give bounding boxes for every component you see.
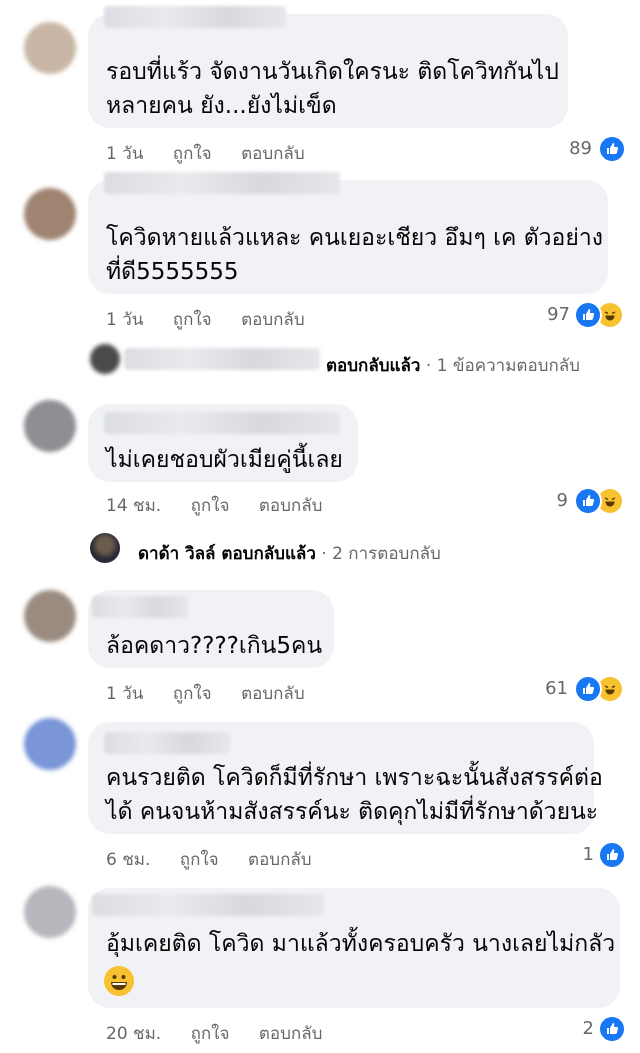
reply-button[interactable]: ตอบกลับ: [259, 496, 323, 516]
comment-meta: 1 วัน ถูกใจ ตอบกลับ: [106, 306, 329, 333]
comment-meta: 6 ชม. ถูกใจ ตอบกลับ: [106, 846, 336, 873]
like-button[interactable]: ถูกใจ: [173, 144, 212, 164]
like-icon: [598, 135, 626, 163]
view-replies-link[interactable]: ดาด้า วิลล์ ตอบกลับแล้ว · 2 การตอบกลับ: [138, 540, 441, 567]
comment-time: 1 วัน: [106, 684, 144, 704]
reply-avatar[interactable]: [90, 533, 120, 563]
grinning-emoji: [104, 966, 134, 996]
comment-meta: 1 วัน ถูกใจ ตอบกลับ: [106, 140, 329, 167]
reply-button[interactable]: ตอบกลับ: [248, 850, 312, 870]
like-icon: [598, 1015, 626, 1043]
like-button[interactable]: ถูกใจ: [173, 684, 212, 704]
reply-action: ตอบกลับแล้ว: [215, 544, 316, 564]
comment-meta: 1 วัน ถูกใจ ตอบกลับ: [106, 680, 329, 707]
reply-author-name: ดาด้า วิลล์: [138, 544, 216, 564]
reply-count: · 1 ข้อความตอบกลับ: [420, 356, 580, 376]
reaction-count[interactable]: 61: [508, 678, 568, 699]
commenter-name[interactable]: [92, 894, 324, 916]
reply-action: ตอบกลับแล้ว: [326, 356, 421, 376]
commenter-name[interactable]: [104, 6, 286, 28]
reactions[interactable]: [574, 675, 624, 703]
commenter-avatar[interactable]: [24, 400, 76, 452]
comment-text-line: ได้ คนจนห้ามสังสรรค์นะ ติดคุกไม่มีที่รัก…: [106, 799, 599, 825]
reactions[interactable]: [598, 841, 626, 869]
comment-meta: 20 ชม. ถูกใจ ตอบกลับ: [106, 1020, 346, 1047]
like-icon: [598, 841, 626, 869]
comment-meta: 14 ชม. ถูกใจ ตอบกลับ: [106, 492, 346, 519]
reply-author-name[interactable]: [124, 348, 320, 370]
reply-count: · 2 การตอบกลับ: [315, 544, 441, 564]
commenter-avatar[interactable]: [24, 718, 76, 770]
comment-text-line: ที่ดี5555555: [106, 259, 239, 285]
comment-text-line: ล้อคดาว????เกิน5คน: [106, 633, 323, 659]
reaction-count[interactable]: 97: [510, 304, 570, 325]
commenter-name[interactable]: [92, 596, 188, 618]
reply-button[interactable]: ตอบกลับ: [241, 310, 305, 330]
reactions[interactable]: [598, 1015, 626, 1043]
comment-text-line: หลายคน ยัง...ยังไม่เข็ด: [106, 93, 337, 119]
like-icon: [574, 675, 602, 703]
comment-time: 1 วัน: [106, 310, 144, 330]
reply-button[interactable]: ตอบกลับ: [259, 1024, 323, 1044]
commenter-avatar[interactable]: [24, 188, 76, 240]
reaction-count[interactable]: 9: [508, 490, 568, 511]
reactions[interactable]: [574, 487, 624, 515]
comment-time: 20 ชม.: [106, 1024, 162, 1044]
commenter-name[interactable]: [104, 412, 340, 434]
reaction-count[interactable]: 89: [532, 138, 592, 159]
commenter-avatar[interactable]: [24, 22, 76, 74]
comment-time: 6 ชม.: [106, 850, 151, 870]
reaction-count[interactable]: 1: [534, 844, 594, 865]
reply-avatar[interactable]: [90, 344, 120, 374]
commenter-name[interactable]: [104, 732, 230, 754]
view-replies-link[interactable]: ตอบกลับแล้ว · 1 ข้อความตอบกลับ: [326, 352, 580, 379]
comment-time: 1 วัน: [106, 144, 144, 164]
reactions[interactable]: [598, 135, 626, 163]
like-icon: [574, 487, 602, 515]
commenter-name[interactable]: [104, 172, 340, 194]
like-icon: [574, 301, 602, 329]
comment-time: 14 ชม.: [106, 496, 162, 516]
reaction-count[interactable]: 2: [534, 1018, 594, 1039]
commenter-avatar[interactable]: [24, 590, 76, 642]
comment-text-line: ไม่เคยชอบผัวเมียคู่นี้เลย: [106, 447, 343, 473]
comment-text-line: อุ้มเคยติด โควิด มาแล้วทั้งครอบครัว นางเ…: [106, 931, 616, 957]
like-button[interactable]: ถูกใจ: [191, 1024, 230, 1044]
reactions[interactable]: [574, 301, 624, 329]
reply-button[interactable]: ตอบกลับ: [241, 684, 305, 704]
commenter-avatar[interactable]: [24, 886, 76, 938]
like-button[interactable]: ถูกใจ: [180, 850, 219, 870]
like-button[interactable]: ถูกใจ: [173, 310, 212, 330]
reply-button[interactable]: ตอบกลับ: [241, 144, 305, 164]
like-button[interactable]: ถูกใจ: [191, 496, 230, 516]
